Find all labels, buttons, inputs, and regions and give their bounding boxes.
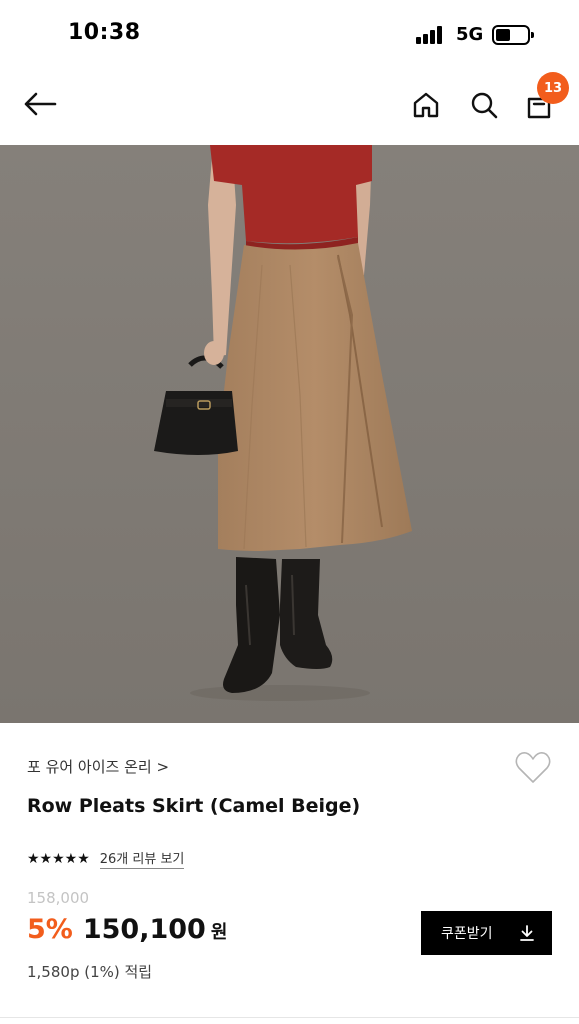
discount-rate: 5% [27,914,73,945]
home-button[interactable] [405,84,447,126]
status-bar: 10:38 5G [0,0,579,64]
home-icon [413,92,439,118]
divider [0,1017,579,1018]
search-button[interactable] [463,84,505,126]
search-icon [471,92,498,119]
product-image[interactable] [0,145,579,723]
currency-unit: 원 [210,922,228,943]
back-arrow-icon [24,92,57,116]
price-row: 5% 150,100 원 [27,914,227,945]
sale-price: 150,100 [82,914,206,945]
nav-bar [0,64,579,145]
download-icon [520,925,534,941]
battery-icon [492,25,534,45]
status-time: 10:38 [68,20,141,45]
wishlist-button[interactable] [514,750,552,786]
network-type: 5G [456,24,484,45]
original-price: 158,000 [27,889,90,907]
product-title: Row Pleats Skirt (Camel Beige) [27,795,361,817]
coupon-download-button[interactable]: 쿠폰받기 [421,911,552,955]
star-rating: ★★★★★ [27,850,90,867]
heart-outline-icon [515,752,551,783]
review-link[interactable]: 26개 리뷰 보기 [99,848,185,869]
brand-link[interactable]: 포 유어 아이즈 온리 > [27,756,169,777]
cart-count-badge: 13 [537,72,569,104]
product-photo [0,145,579,723]
back-button[interactable] [20,84,60,124]
coupon-button-label: 쿠폰받기 [441,926,493,942]
signal-icon [416,26,446,44]
reward-points: 1,580p (1%) 적립 [27,963,153,981]
rating-row: ★★★★★ 26개 리뷰 보기 [27,848,185,869]
